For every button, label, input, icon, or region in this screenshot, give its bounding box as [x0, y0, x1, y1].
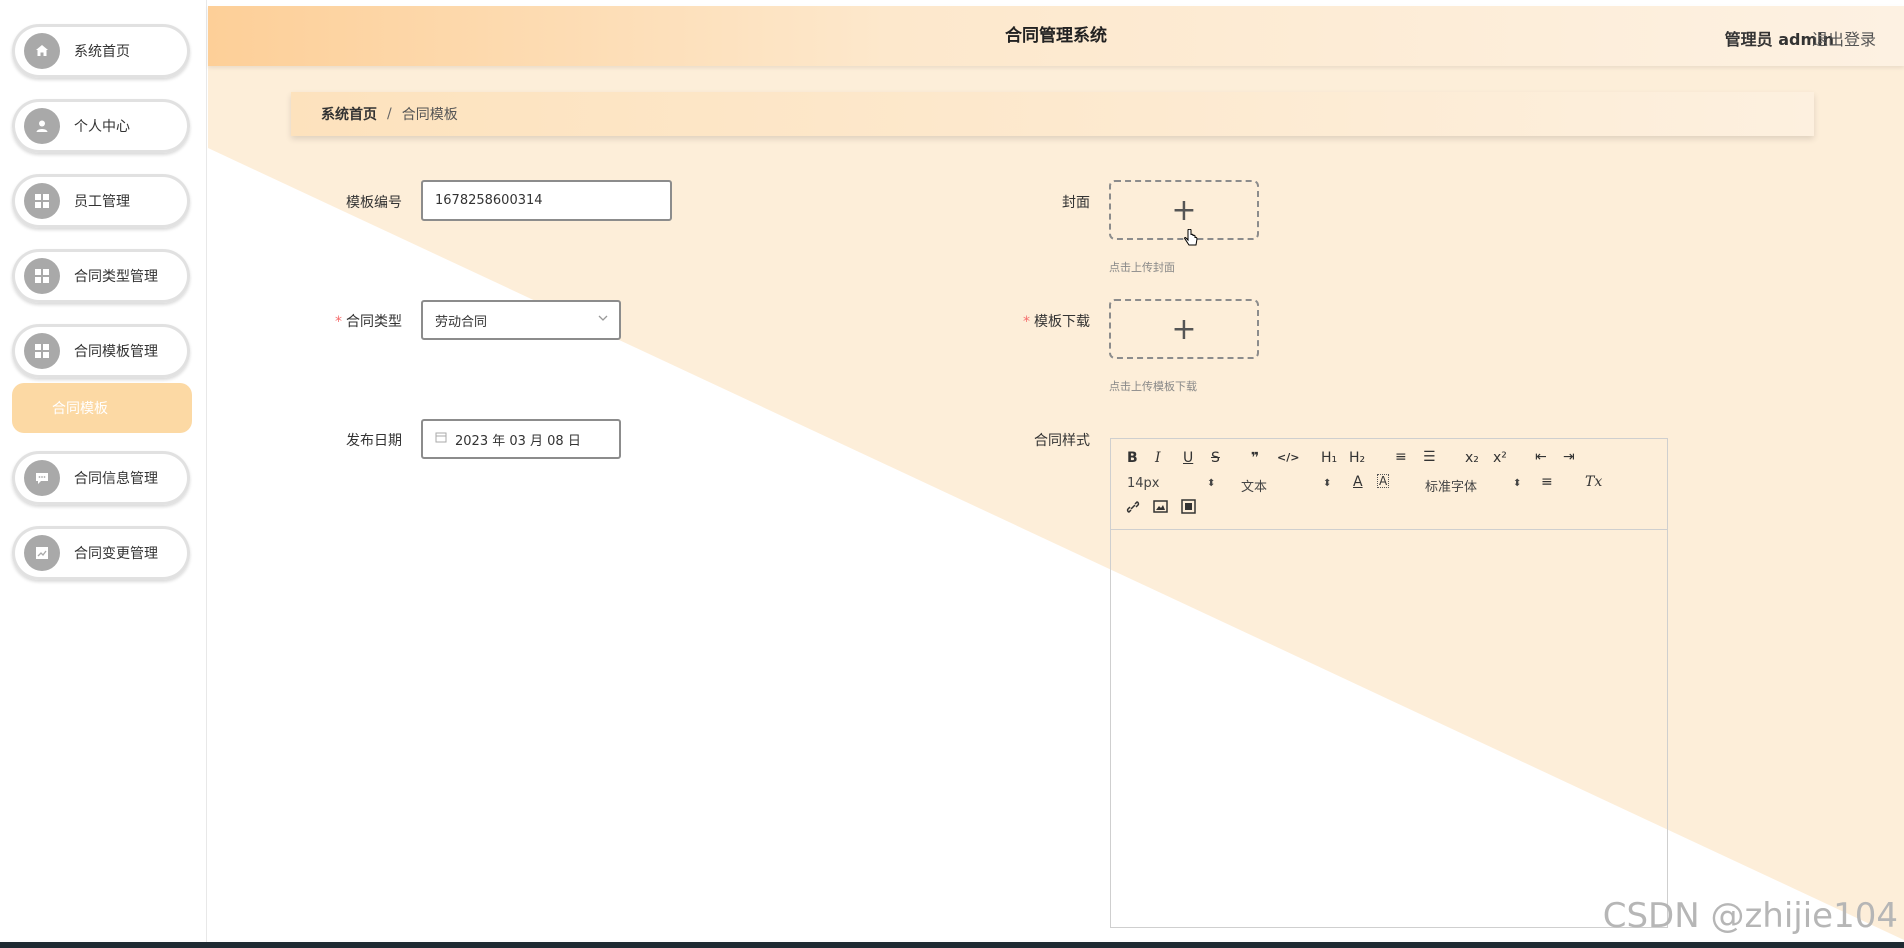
bullet-list-button[interactable]: ☰	[1423, 449, 1436, 465]
link-button[interactable]	[1125, 499, 1141, 519]
breadcrumb-separator: /	[387, 106, 392, 122]
outdent-button[interactable]: ⇤	[1535, 449, 1547, 465]
chart-icon	[24, 535, 60, 571]
app-title: 合同管理系统	[1005, 26, 1107, 46]
underline-button[interactable]: U	[1183, 450, 1193, 466]
sidebar-item-label: 合同信息管理	[74, 471, 158, 487]
contract-type-label: * 合同类型	[335, 314, 402, 330]
sidebar-item-label: 员工管理	[74, 194, 130, 210]
ordered-list-button[interactable]: ≡	[1395, 449, 1407, 465]
user-icon	[24, 108, 60, 144]
editor-content-area[interactable]	[1111, 530, 1667, 928]
logout-button[interactable]: 退出登录	[1812, 26, 1876, 50]
sidebar-item-label: 合同变更管理	[74, 546, 158, 562]
publish-date-input[interactable]: 2023 年 03 月 08 日	[421, 419, 621, 459]
chat-icon	[24, 460, 60, 496]
clean-format-button[interactable]: Tx	[1585, 474, 1602, 490]
sidebar-item-label: 个人中心	[74, 119, 130, 135]
sidebar-item-contract-info[interactable]: 合同信息管理	[12, 451, 190, 505]
publish-date-label: 发布日期	[346, 433, 402, 449]
breadcrumb: 系统首页 / 合同模板	[291, 92, 1814, 136]
hand-cursor-icon	[1183, 222, 1199, 257]
sidebar: 系统首页 个人中心 员工管理 合同类型管理 合同模板管理 合同模板 合同信息管理	[0, 0, 207, 948]
grid-icon	[24, 183, 60, 219]
breadcrumb-current: 合同模板	[401, 107, 458, 123]
sidebar-item-label: 合同模板管理	[74, 344, 158, 360]
sidebar-item-profile[interactable]: 个人中心	[12, 99, 190, 153]
sidebar-item-contract-types[interactable]: 合同类型管理	[12, 249, 190, 303]
contract-style-label: 合同样式	[1034, 433, 1090, 449]
align-button[interactable]: ≡	[1541, 474, 1553, 490]
font-size-select[interactable]: 14px ⬍	[1127, 476, 1217, 491]
font-family-select[interactable]: 标准字体 ⬍	[1425, 476, 1525, 495]
background-color-button[interactable]: A	[1377, 474, 1390, 488]
template-download-tip: 点击上传模板下载	[1109, 380, 1197, 393]
watermark: CSDN @zhijie104	[1602, 896, 1898, 936]
sidebar-item-contract-changes[interactable]: 合同变更管理	[12, 526, 190, 580]
subscript-button[interactable]: x₂	[1465, 450, 1479, 466]
calendar-icon	[435, 431, 447, 447]
sidebar-item-employees[interactable]: 员工管理	[12, 174, 190, 228]
template-download-upload[interactable]: +	[1109, 299, 1259, 359]
publish-date-value: 2023 年 03 月 08 日	[455, 433, 581, 449]
cover-label: 封面	[1062, 195, 1090, 211]
chevron-down-icon	[597, 312, 609, 328]
italic-button[interactable]: I	[1155, 450, 1161, 466]
rich-text-editor: B I U S ❞ </> H₁ H₂ ≡ ☰ x₂ x² ⇤ ⇥ 14px ⬍ …	[1110, 438, 1668, 928]
cover-upload[interactable]: +	[1109, 180, 1259, 246]
strike-button[interactable]: S	[1211, 450, 1220, 466]
contract-type-value: 劳动合同	[435, 314, 488, 330]
cover-upload-tip: 点击上传封面	[1109, 261, 1175, 274]
template-no-label: 模板编号	[346, 195, 402, 211]
template-no-input[interactable]: 1678258600314	[421, 180, 672, 221]
top-header: 合同管理系统 管理员 admin 退出登录	[208, 6, 1904, 66]
home-icon	[24, 33, 60, 69]
taskbar-strip	[0, 942, 1904, 948]
grid-icon	[24, 333, 60, 369]
editor-toolbar: B I U S ❞ </> H₁ H₂ ≡ ☰ x₂ x² ⇤ ⇥ 14px ⬍ …	[1111, 439, 1667, 530]
plus-icon: +	[1171, 311, 1197, 347]
sidebar-item-label: 合同类型管理	[74, 269, 158, 285]
indent-button[interactable]: ⇥	[1563, 449, 1575, 465]
superscript-button[interactable]: x²	[1493, 450, 1507, 466]
paragraph-select[interactable]: 文本 ⬍	[1241, 476, 1331, 495]
sidebar-item-home[interactable]: 系统首页	[12, 24, 190, 78]
template-no-value: 1678258600314	[435, 193, 543, 208]
h1-button[interactable]: H₁	[1321, 450, 1337, 466]
font-color-button[interactable]: A	[1353, 474, 1363, 490]
bold-button[interactable]: B	[1127, 450, 1138, 466]
image-button[interactable]	[1153, 499, 1168, 518]
grid-icon	[24, 258, 60, 294]
contract-type-select[interactable]: 劳动合同	[421, 300, 621, 340]
video-button[interactable]	[1181, 499, 1196, 518]
h2-button[interactable]: H₂	[1349, 450, 1365, 466]
quote-button[interactable]: ❞	[1251, 450, 1259, 466]
code-button[interactable]: </>	[1277, 451, 1299, 464]
sidebar-item-label: 系统首页	[74, 44, 130, 60]
sidebar-item-contract-templates[interactable]: 合同模板管理	[12, 324, 190, 378]
submenu-item-contract-template[interactable]: 合同模板	[12, 383, 192, 433]
breadcrumb-home[interactable]: 系统首页	[321, 104, 377, 124]
template-download-label: * 模板下载	[1023, 314, 1090, 330]
